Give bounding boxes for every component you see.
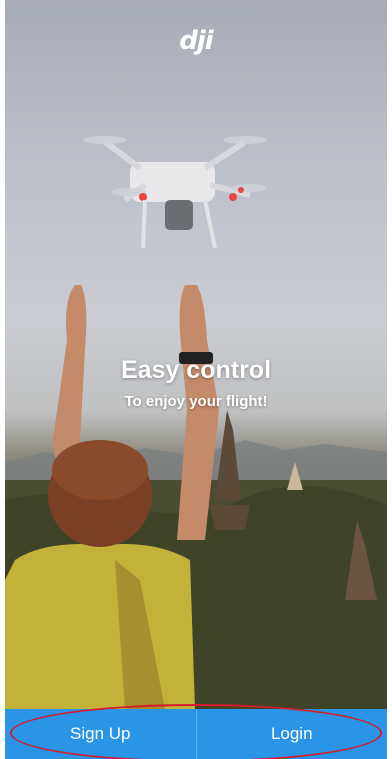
hero-subline: To enjoy your flight!	[124, 393, 268, 410]
login-label: Login	[270, 724, 313, 743]
hero-background-image: dji Easy control To enjoy your flight!	[5, 0, 387, 709]
auth-bottom-bar: Sign Up Login	[5, 709, 387, 759]
sign-up-button[interactable]: Sign Up	[5, 709, 196, 759]
onboarding-screen: dji Easy control To enjoy your flight! S…	[0, 0, 392, 759]
drone-icon	[83, 136, 267, 249]
dji-logo: dji	[179, 26, 213, 56]
login-button[interactable]: Login	[197, 709, 388, 759]
drone-flight-scene	[5, 136, 387, 709]
hero-headline: Easy control	[120, 356, 272, 384]
sign-up-label: Sign Up	[70, 724, 131, 743]
